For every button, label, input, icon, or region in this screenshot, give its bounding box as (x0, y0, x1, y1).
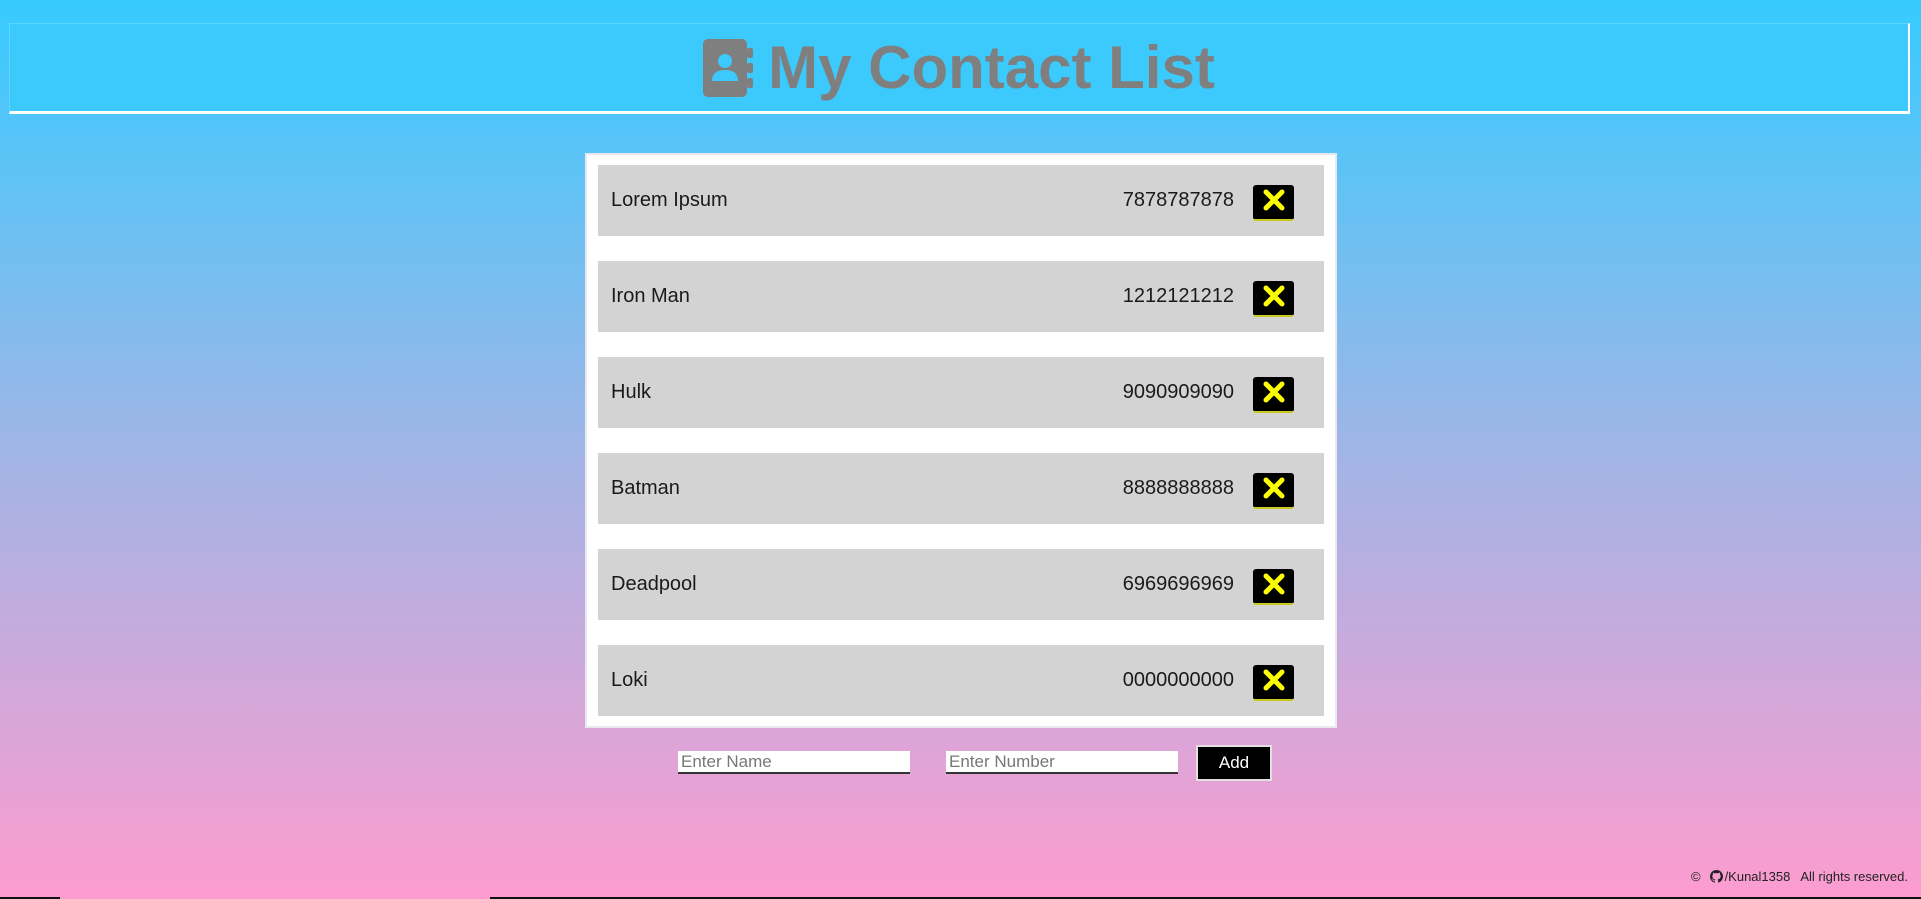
number-input[interactable] (946, 751, 1178, 774)
contact-number: 9090909090 (1122, 381, 1234, 403)
contact-name: Lorem Ipsum (611, 189, 728, 211)
contact-number: 0000000000 (1122, 669, 1234, 691)
delete-contact-button[interactable] (1253, 185, 1294, 221)
page-title: My Contact List (768, 33, 1215, 101)
contact-name: Hulk (611, 381, 652, 403)
close-icon (1262, 668, 1286, 697)
github-link[interactable]: /Kunal1358 (1725, 869, 1791, 884)
contact-row: Iron Man 1212121212 (598, 261, 1324, 332)
close-icon (1262, 572, 1286, 601)
contact-name: Batman (611, 477, 680, 499)
delete-contact-button[interactable] (1253, 569, 1294, 605)
contact-number: 7878787878 (1122, 189, 1234, 211)
add-button[interactable]: Add (1196, 745, 1272, 781)
contact-row: Deadpool 6969696969 (598, 549, 1324, 620)
contact-number: 6969696969 (1122, 573, 1234, 595)
github-icon[interactable] (1709, 870, 1723, 883)
rights-text: All rights reserved. (1800, 869, 1908, 884)
address-book-icon (703, 38, 754, 97)
contact-name: Deadpool (611, 573, 697, 595)
delete-contact-button[interactable] (1253, 377, 1294, 413)
contact-name: Loki (611, 669, 648, 691)
contact-row: Lorem Ipsum 7878787878 (598, 165, 1324, 236)
close-icon (1262, 188, 1286, 217)
footer: © /Kunal1358 All rights reserved. (1691, 869, 1908, 884)
delete-contact-button[interactable] (1253, 473, 1294, 509)
contact-row: Loki 0000000000 (598, 645, 1324, 716)
contact-number: 8888888888 (1122, 477, 1234, 499)
contact-name: Iron Man (611, 285, 690, 307)
close-icon (1262, 380, 1286, 409)
delete-contact-button[interactable] (1253, 665, 1294, 701)
contact-list: Lorem Ipsum 7878787878 Iron Man 12121212… (585, 153, 1337, 728)
close-icon (1262, 476, 1286, 505)
delete-contact-button[interactable] (1253, 281, 1294, 317)
page-header: My Contact List (9, 23, 1910, 114)
copyright-symbol: © (1690, 869, 1701, 884)
name-input[interactable] (678, 751, 910, 774)
add-contact-form: Add (0, 745, 1921, 781)
contact-number: 1212121212 (1122, 285, 1234, 307)
contact-row: Batman 8888888888 (598, 453, 1324, 524)
contact-row: Hulk 9090909090 (598, 357, 1324, 428)
close-icon (1262, 284, 1286, 313)
